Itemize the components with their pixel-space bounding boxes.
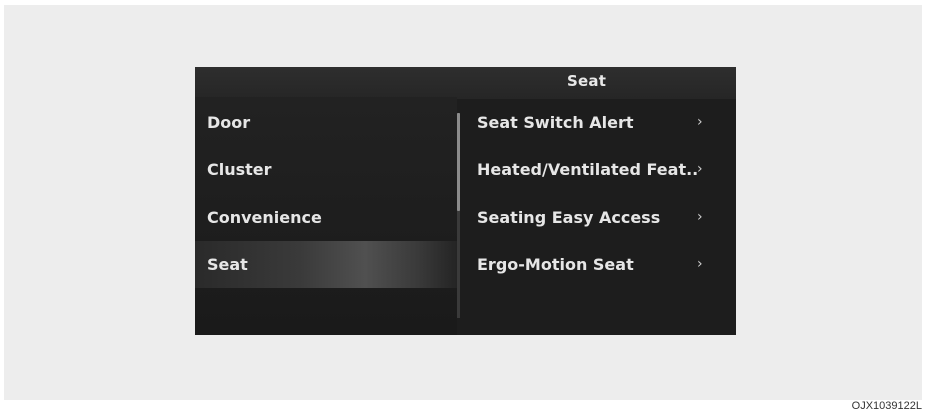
- right-menu: Seat Switch Alert › Heated/Ventilated Fe…: [465, 97, 736, 335]
- page-title: Seat: [567, 72, 607, 90]
- header-bar: Seat: [195, 67, 736, 99]
- menu-item-door[interactable]: Door: [195, 99, 457, 146]
- menu-item-cluster[interactable]: Cluster: [195, 146, 457, 193]
- infotainment-screen: Seat Door Cluster Convenience Seat Seat …: [195, 67, 736, 335]
- menu-item-seat[interactable]: Seat: [195, 241, 457, 288]
- scrollbar-thumb[interactable]: [457, 113, 460, 211]
- chevron-right-icon: ›: [697, 256, 703, 272]
- submenu-item-label: Seat Switch Alert: [477, 113, 634, 132]
- submenu-item-seating-easy-access[interactable]: Seating Easy Access ›: [465, 194, 705, 241]
- submenu-item-heated-ventilated[interactable]: Heated/Ventilated Feat.. ›: [465, 146, 705, 193]
- chevron-right-icon: ›: [697, 161, 703, 177]
- submenu-item-seat-switch-alert[interactable]: Seat Switch Alert ›: [465, 99, 705, 146]
- chevron-right-icon: ›: [697, 114, 703, 130]
- chevron-right-icon: ›: [697, 209, 703, 225]
- submenu-item-label: Heated/Ventilated Feat..: [477, 160, 699, 179]
- submenu-item-label: Seating Easy Access: [477, 208, 661, 227]
- figure-code: OJX1039122L: [851, 400, 922, 412]
- submenu-item-ergo-motion-seat[interactable]: Ergo-Motion Seat ›: [465, 241, 705, 288]
- menu-item-convenience[interactable]: Convenience: [195, 194, 457, 241]
- left-menu: Door Cluster Convenience Seat: [195, 97, 457, 335]
- submenu-item-label: Ergo-Motion Seat: [477, 255, 634, 274]
